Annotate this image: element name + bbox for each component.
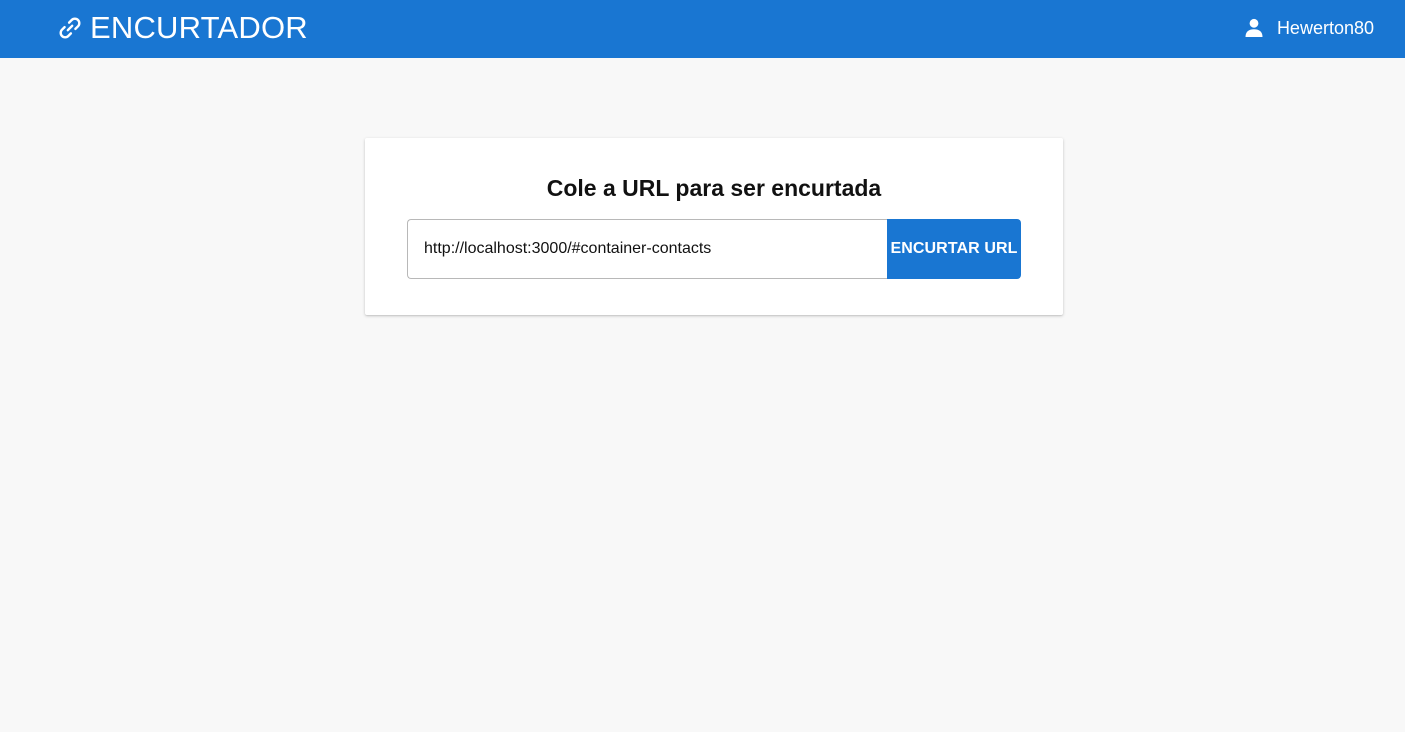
- username: Hewerton80: [1276, 18, 1374, 38]
- user-icon: [1244, 18, 1264, 38]
- url-input[interactable]: [407, 219, 887, 279]
- url-shortener-card: Cole a URL para ser encurtada ENCURTAR U…: [365, 138, 1063, 315]
- brand-link[interactable]: ENCURTADOR: [56, 8, 308, 48]
- shorten-url-form: ENCURTAR URL: [407, 219, 1021, 279]
- shorten-url-button[interactable]: ENCURTAR URL: [887, 219, 1021, 279]
- card-title: Cole a URL para ser encurtada: [546, 175, 882, 202]
- top-app-bar: ENCURTADOR Hewerton80: [0, 0, 1405, 58]
- link-icon: [56, 14, 84, 42]
- brand-title: ENCURTADOR: [90, 10, 308, 45]
- user-menu[interactable]: Hewerton80: [1244, 13, 1374, 43]
